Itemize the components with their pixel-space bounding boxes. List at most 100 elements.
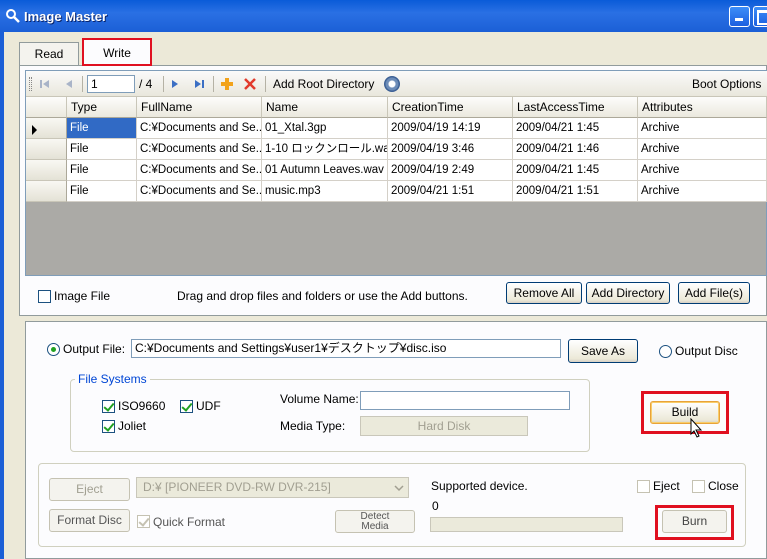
chevron-down-icon [394, 485, 404, 492]
close-check-label: Close [708, 479, 739, 493]
output-file-label: Output File: [63, 342, 126, 356]
progress-bar [430, 517, 623, 532]
toolbar-separator [213, 76, 214, 92]
image-file-label: Image File [54, 289, 111, 303]
add-files-button[interactable]: Add File(s) [678, 282, 750, 304]
table-cell[interactable]: 2009/04/19 2:49 [388, 160, 513, 181]
row-header-corner [26, 97, 67, 118]
app-icon [6, 9, 20, 23]
iso9660-checkbox[interactable] [102, 400, 115, 413]
table-cell[interactable]: C:¥Documents and Se... [137, 181, 262, 202]
table-cell[interactable]: File [67, 181, 137, 202]
volume-name-input[interactable] [360, 391, 570, 410]
burn-button[interactable]: Burn [662, 510, 727, 533]
table-cell[interactable]: 2009/04/21 1:45 [513, 160, 638, 181]
title-bar: Image Master [0, 0, 767, 32]
quick-format-checkbox[interactable] [137, 515, 150, 528]
supported-device-text: Supported device. [431, 479, 528, 493]
output-file-path-input[interactable]: C:¥Documents and Settings¥user1¥デスクトップ¥d… [131, 339, 561, 358]
table-cell[interactable]: Archive [638, 160, 767, 181]
output-disc-label: Output Disc [675, 344, 738, 358]
row-header[interactable] [26, 139, 67, 160]
table-cell[interactable]: C:¥Documents and Se... [137, 160, 262, 181]
disc-group [38, 463, 746, 547]
table-cell[interactable]: 2009/04/19 3:46 [388, 139, 513, 160]
joliet-label: Joliet [118, 419, 147, 433]
page-total: / 4 [139, 77, 153, 91]
drive-select[interactable]: D:¥ [PIONEER DVD-RW DVR-215] [136, 477, 409, 498]
column-header-fullname[interactable]: FullName [137, 97, 262, 118]
page-number-input[interactable]: 1 [87, 75, 135, 93]
toolbar-separator [163, 76, 164, 92]
toolbar-separator [265, 76, 266, 92]
table-cell[interactable]: C:¥Documents and Se... [137, 139, 262, 160]
current-row-arrow-icon [32, 125, 37, 135]
volume-name-label: Volume Name: [280, 392, 359, 406]
close-checkbox[interactable] [692, 480, 705, 493]
add-icon[interactable] [220, 77, 234, 91]
quick-format-label: Quick Format [153, 515, 226, 529]
column-header-attributes[interactable]: Attributes [638, 97, 767, 118]
gear-icon[interactable] [384, 76, 400, 92]
table-cell[interactable]: Archive [638, 181, 767, 202]
table-cell[interactable]: 01_Xtal.3gp [262, 118, 388, 139]
column-header-name[interactable]: Name [262, 97, 388, 118]
add-directory-button[interactable]: Add Directory [586, 282, 670, 304]
column-header-creationtime[interactable]: CreationTime [388, 97, 513, 118]
detect-media-line2: Media [361, 521, 389, 532]
eject-check-label: Eject [653, 479, 680, 493]
table-cell[interactable]: File [67, 139, 137, 160]
joliet-checkbox[interactable] [102, 420, 115, 433]
window-frame [0, 32, 4, 559]
add-root-directory-button[interactable]: Add Root Directory [273, 71, 374, 97]
table-cell[interactable]: 2009/04/19 14:19 [388, 118, 513, 139]
progress-value: 0 [432, 499, 439, 513]
next-page-icon[interactable] [168, 77, 182, 91]
minimize-button[interactable] [729, 6, 750, 27]
detect-media-button[interactable]: Detect Media [335, 510, 415, 533]
media-type-field: Hard Disk [360, 416, 528, 436]
eject-checkbox[interactable] [637, 480, 650, 493]
delete-icon[interactable] [243, 77, 257, 91]
table-cell[interactable]: 2009/04/21 1:51 [513, 181, 638, 202]
table-cell[interactable]: Archive [638, 139, 767, 160]
udf-checkbox[interactable] [180, 400, 193, 413]
table-cell[interactable]: 1-10 ロックンロール.wav [262, 139, 388, 160]
output-file-radio[interactable] [47, 343, 60, 356]
maximize-button[interactable] [753, 6, 767, 27]
table-cell[interactable]: File [67, 118, 137, 139]
table-cell[interactable]: music.mp3 [262, 181, 388, 202]
tab-read[interactable]: Read [19, 42, 79, 66]
remove-all-button[interactable]: Remove All [506, 282, 582, 304]
boot-options-button[interactable]: Boot Options [692, 71, 761, 97]
image-file-checkbox[interactable] [38, 290, 51, 303]
row-header[interactable] [26, 181, 67, 202]
first-page-icon[interactable] [38, 77, 52, 91]
mouse-cursor-icon [690, 418, 702, 438]
format-disc-button[interactable]: Format Disc [49, 509, 130, 532]
output-disc-radio[interactable] [659, 345, 672, 358]
udf-label: UDF [196, 399, 221, 413]
table-cell[interactable]: 2009/04/21 1:46 [513, 139, 638, 160]
save-as-button[interactable]: Save As [568, 339, 638, 363]
tab-write[interactable]: Write [82, 38, 152, 66]
last-page-icon[interactable] [192, 77, 206, 91]
table-cell[interactable]: File [67, 160, 137, 181]
previous-page-icon[interactable] [62, 77, 76, 91]
table-cell[interactable]: C:¥Documents and Se... [137, 118, 262, 139]
iso9660-label: ISO9660 [118, 399, 166, 413]
row-header[interactable] [26, 160, 67, 181]
column-header-lastaccesstime[interactable]: LastAccessTime [513, 97, 638, 118]
table-cell[interactable]: Archive [638, 118, 767, 139]
column-header-type[interactable]: Type [67, 97, 137, 118]
toolbar-grip [29, 77, 32, 91]
table-cell[interactable]: 2009/04/21 1:45 [513, 118, 638, 139]
eject-button[interactable]: Eject [49, 478, 130, 501]
media-type-label: Media Type: [280, 419, 346, 433]
window-title: Image Master [24, 9, 108, 24]
file-systems-title: File Systems [75, 372, 150, 386]
table-cell[interactable]: 01 Autumn Leaves.wav [262, 160, 388, 181]
build-button[interactable]: Build [650, 401, 720, 424]
table-cell[interactable]: 2009/04/21 1:51 [388, 181, 513, 202]
drag-drop-hint: Drag and drop files and folders or use t… [177, 289, 468, 303]
